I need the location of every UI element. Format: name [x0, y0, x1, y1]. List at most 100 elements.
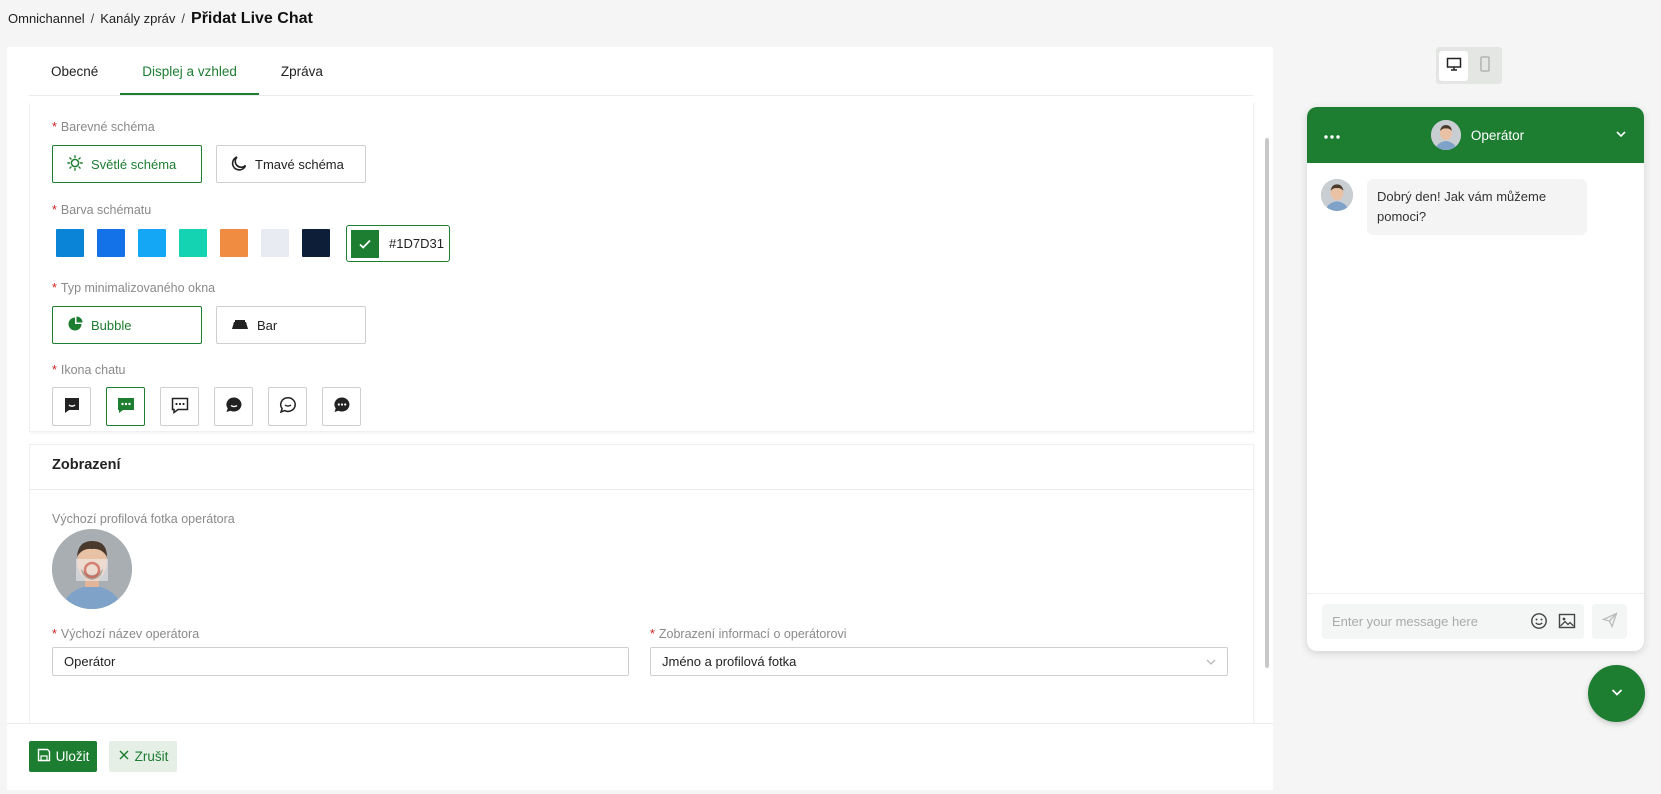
settings-card: Obecné Displej a vzhled Zpráva * Barevné … — [7, 47, 1273, 790]
color-swatch-row: #1D7D31 — [56, 225, 456, 267]
chat-icon-option-1[interactable] — [52, 387, 91, 426]
form-footer: Uložit Zrušit — [7, 723, 1273, 790]
operator-name-label: * Výchozí název operátora — [52, 627, 200, 641]
tab-bar: Obecné Displej a vzhled Zpráva — [7, 47, 1273, 95]
desktop-preview-button[interactable] — [1439, 50, 1468, 81]
chat-preview-header: Operátor — [1307, 107, 1644, 163]
breadcrumb-message-channels[interactable]: Kanály zpráv — [100, 11, 175, 26]
save-icon — [37, 748, 51, 765]
bubble-label: Bubble — [91, 317, 132, 333]
chat-round-dots-icon — [332, 395, 352, 418]
bubble-icon — [67, 316, 83, 335]
chat-icon-label-text: Ikona chatu — [60, 363, 126, 377]
chat-operator-info: Operátor — [1430, 120, 1525, 150]
tab-general[interactable]: Obecné — [29, 47, 120, 95]
color-swatch-sky-blue[interactable] — [138, 229, 166, 257]
color-swatch-blue[interactable] — [56, 229, 84, 257]
color-scheme-label: * Barevné schéma — [52, 120, 155, 134]
chat-input-placeholder: Enter your message here — [1332, 614, 1478, 629]
custom-color-picker[interactable]: #1D7D31 — [346, 225, 450, 262]
chat-icon-label: * Ikona chatu — [52, 363, 126, 377]
operator-info-select[interactable]: Jméno a profilová fotka — [650, 647, 1228, 676]
save-button-label: Uložit — [55, 749, 90, 764]
tab-message[interactable]: Zpráva — [259, 47, 345, 95]
color-swatch-teal[interactable] — [179, 229, 207, 257]
chevron-down-icon — [1609, 684, 1625, 703]
chat-icon-option-6[interactable] — [322, 387, 361, 426]
page-title: Přidat Live Chat — [191, 10, 313, 27]
chat-operator-name: Operátor — [1470, 127, 1525, 143]
chat-round-smile-icon — [278, 395, 298, 418]
dark-scheme-label: Tmavé schéma — [255, 156, 344, 172]
settings-scrollbar[interactable] — [1265, 138, 1269, 668]
device-preview-toggle — [1436, 47, 1502, 84]
chat-square-dots-icon — [116, 395, 136, 418]
bar-icon — [231, 317, 249, 334]
more-options-icon[interactable] — [1323, 128, 1341, 143]
breadcrumb-separator: / — [90, 11, 95, 26]
breadcrumb: Omnichannel / Kanály zpráv / Přidat Live… — [8, 10, 313, 28]
bar-label: Bar — [257, 317, 278, 333]
photo-label: Výchozí profilová fotka operátora — [52, 512, 235, 526]
tab-display-appearance[interactable]: Displej a vzhled — [120, 47, 259, 95]
check-icon — [351, 229, 379, 258]
mobile-preview-button[interactable] — [1470, 51, 1499, 81]
chat-preview-window: Operátor Dobrý den! Jak vám můžeme pomoc… — [1307, 107, 1644, 651]
color-scheme-label-text: Barevné schéma — [60, 120, 155, 134]
cancel-button-label: Zrušit — [134, 749, 169, 764]
mobile-icon — [1479, 56, 1491, 75]
moon-icon — [231, 155, 247, 174]
dark-scheme-option[interactable]: Tmavé schéma — [216, 145, 366, 183]
display-section: Zobrazení Výchozí profilová fotka operát… — [29, 444, 1254, 723]
chat-message-input[interactable]: Enter your message here — [1322, 604, 1584, 639]
greeting-message: Dobrý den! Jak vám můžeme pomoci? — [1367, 179, 1587, 235]
color-swatch-orange[interactable] — [220, 229, 248, 257]
save-button[interactable]: Uložit — [29, 741, 97, 772]
operator-avatar — [1430, 120, 1461, 150]
minimized-type-label-text: Typ minimalizovaného okna — [60, 281, 216, 295]
chat-icon-option-3[interactable] — [160, 387, 199, 426]
chat-square-smile-icon — [62, 395, 82, 418]
operator-name-label-text: Výchozí název operátora — [60, 627, 200, 641]
minimized-type-label: * Typ minimalizovaného okna — [52, 281, 216, 295]
desktop-icon — [1446, 56, 1462, 75]
chat-input-divider — [1307, 593, 1644, 594]
send-button[interactable] — [1592, 604, 1627, 639]
chat-round-filled-icon — [224, 395, 244, 418]
color-swatch-light-gray[interactable] — [261, 229, 289, 257]
chat-icon-option-4[interactable] — [214, 387, 253, 426]
chat-icon-option-2[interactable] — [106, 387, 145, 426]
send-icon — [1601, 612, 1618, 631]
color-swatch-navy[interactable] — [302, 229, 330, 257]
breadcrumb-omnichannel[interactable]: Omnichannel — [8, 11, 85, 26]
chat-minimize-button[interactable] — [1588, 665, 1645, 722]
chevron-down-icon — [1205, 656, 1217, 671]
operator-name-input[interactable]: Operátor — [52, 647, 629, 676]
light-scheme-option[interactable]: Světlé schéma — [52, 145, 202, 183]
color-swatch-royal-blue[interactable] — [97, 229, 125, 257]
message-avatar — [1321, 179, 1353, 211]
emoji-icon[interactable] — [1530, 612, 1548, 633]
display-section-title: Zobrazení — [52, 457, 121, 473]
tab-divider — [29, 95, 1253, 96]
chevron-down-icon[interactable] — [1614, 127, 1628, 144]
breadcrumb-separator: / — [181, 11, 186, 26]
scheme-color-label: * Barva schématu — [52, 203, 152, 217]
cancel-button[interactable]: Zrušit — [109, 741, 177, 772]
bar-option[interactable]: Bar — [216, 306, 366, 344]
appearance-section: * Barevné schéma Světlé schéma Tmavé sché… — [29, 103, 1254, 432]
operator-avatar-upload[interactable] — [52, 529, 132, 609]
operator-info-label: * Zobrazení informací o operátorovi — [650, 627, 847, 641]
sun-icon — [67, 154, 83, 174]
chat-square-outline-dots-icon — [170, 395, 190, 418]
light-scheme-label: Světlé schéma — [91, 156, 177, 172]
section-divider — [30, 489, 1253, 490]
settings-scroll-area: * Barevné schéma Světlé schéma Tmavé sché… — [29, 103, 1260, 723]
operator-info-label-text: Zobrazení informací o operátorovi — [658, 627, 847, 641]
image-icon[interactable] — [1558, 612, 1576, 633]
custom-color-value: #1D7D31 — [389, 236, 444, 251]
operator-info-value: Jméno a profilová fotka — [662, 654, 797, 669]
close-icon — [118, 749, 130, 764]
chat-icon-option-5[interactable] — [268, 387, 307, 426]
bubble-option[interactable]: Bubble — [52, 306, 202, 344]
